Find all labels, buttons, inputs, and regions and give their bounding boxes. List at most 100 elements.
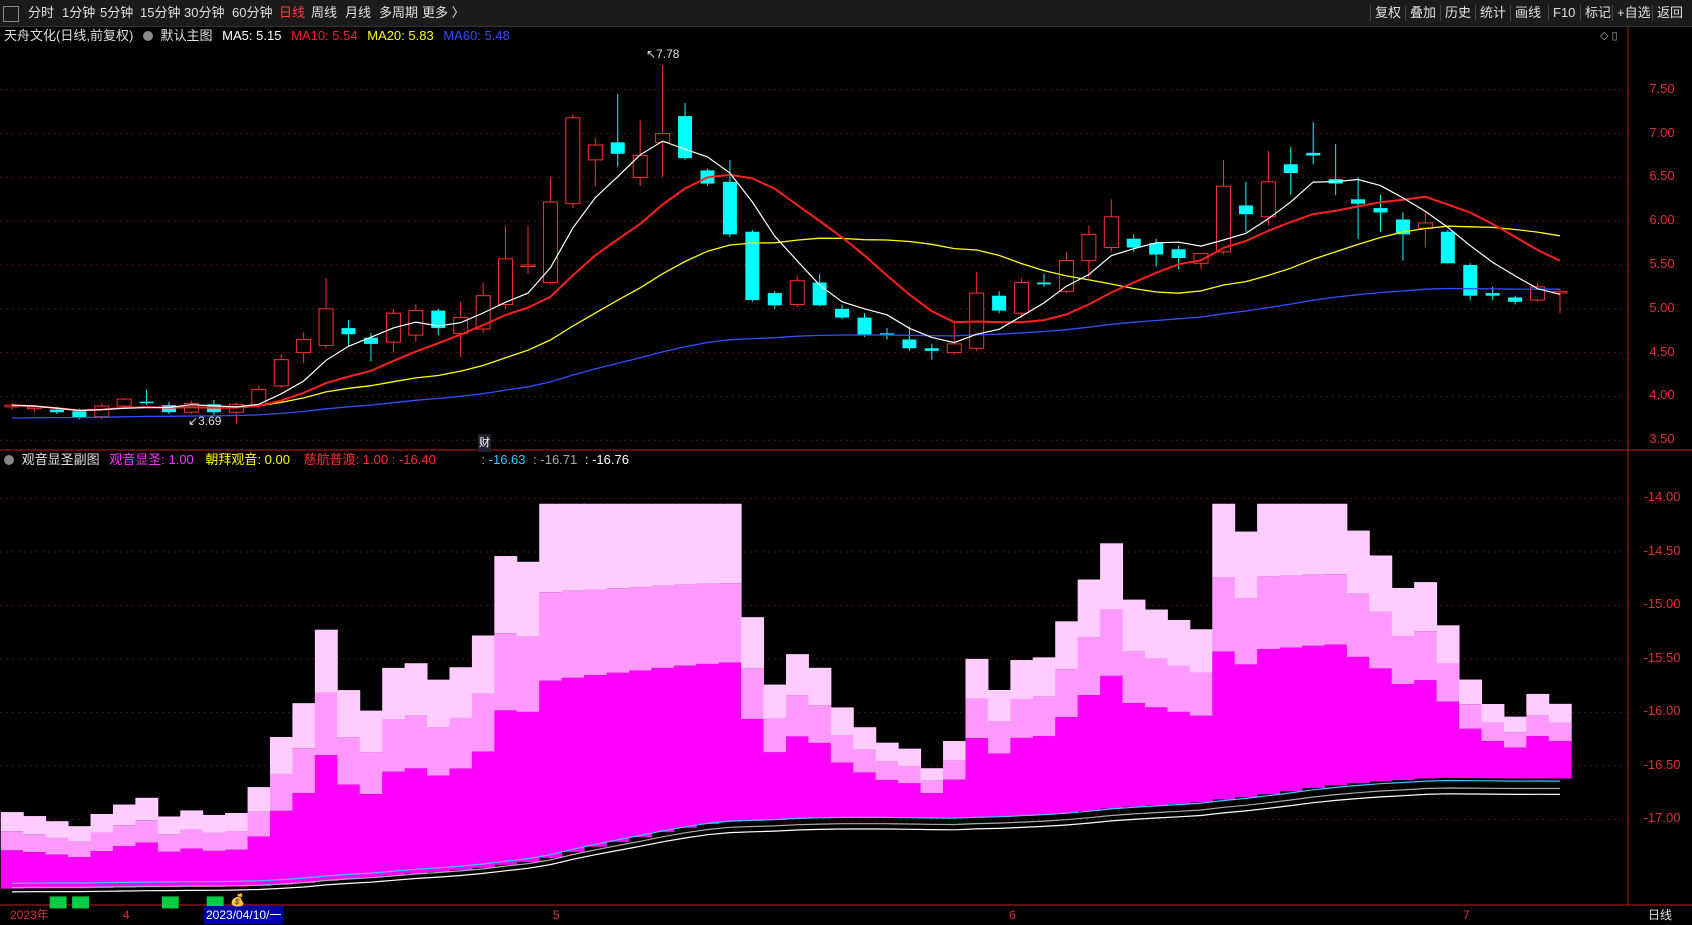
sub-band-dark bbox=[1122, 703, 1146, 807]
finance-marker[interactable]: 财 bbox=[478, 434, 491, 452]
sub-band-dark bbox=[292, 793, 316, 884]
sub-y-tick: -15.00 bbox=[1643, 596, 1681, 612]
main-y-tick: 6.00 bbox=[1649, 212, 1675, 228]
sub-band-mid bbox=[1100, 609, 1124, 676]
sub-band-dark bbox=[987, 753, 1011, 817]
sub-band-dark bbox=[68, 857, 92, 889]
period-tab-2[interactable]: 5分钟 bbox=[100, 4, 133, 22]
toolbar-button-5[interactable]: F10 bbox=[1553, 4, 1575, 22]
candle-body-down bbox=[857, 317, 872, 336]
ma10-line bbox=[11, 173, 1561, 412]
candle-body-down bbox=[610, 142, 625, 154]
sub-band-light bbox=[1212, 503, 1236, 578]
toolbar-button-4[interactable]: 画线 bbox=[1515, 4, 1541, 22]
sub-band-light bbox=[1302, 503, 1325, 575]
sub-band-light bbox=[1234, 531, 1258, 598]
sub-y-tick: -16.50 bbox=[1643, 756, 1681, 772]
sub-band-mid bbox=[337, 737, 361, 785]
candle-body-up bbox=[251, 388, 267, 406]
sub-band-mid bbox=[135, 820, 159, 843]
sub-y-tick: -16.00 bbox=[1643, 703, 1681, 719]
sub-band-dark bbox=[853, 772, 877, 818]
sub-band-light bbox=[1122, 599, 1146, 652]
sub-band-dark bbox=[471, 751, 495, 868]
sub-band-mid bbox=[1459, 704, 1482, 729]
sub-band-light bbox=[898, 748, 922, 766]
sub-band-mid bbox=[23, 834, 47, 853]
sub-band-dark bbox=[628, 670, 652, 838]
candle-body-up bbox=[1081, 233, 1097, 262]
sub-band-mid bbox=[1526, 715, 1550, 737]
toolbar-menu-icon[interactable] bbox=[3, 6, 19, 22]
sub-band-mid bbox=[494, 633, 518, 711]
sub-band-light bbox=[718, 503, 742, 584]
period-tab-3[interactable]: 15分钟 bbox=[140, 4, 180, 22]
sub-band-light bbox=[314, 629, 338, 693]
sub-band-mid bbox=[1369, 611, 1393, 669]
sub-band-light bbox=[292, 703, 316, 749]
x-label-may: 5 bbox=[553, 908, 560, 922]
toolbar-button-1[interactable]: 叠加 bbox=[1410, 4, 1436, 22]
x-label-year: 2023年 bbox=[10, 908, 49, 922]
sub-band-mid bbox=[1212, 577, 1236, 652]
sub-band-mid bbox=[1481, 722, 1505, 742]
toolbar-button-7[interactable]: +自选 bbox=[1617, 4, 1651, 22]
sub-band-light bbox=[561, 503, 585, 591]
sub-band-light bbox=[1414, 582, 1438, 632]
period-tab-1[interactable]: 1分钟 bbox=[62, 4, 95, 22]
candle-body-up bbox=[498, 258, 514, 305]
sub-band-dark bbox=[1077, 695, 1101, 812]
sub-band-dark bbox=[427, 775, 450, 872]
sub-band-mid bbox=[741, 668, 765, 719]
period-tab-4[interactable]: 30分钟 bbox=[184, 4, 224, 22]
sub-band-light bbox=[270, 737, 293, 774]
toolbar-button-8[interactable]: 返回 bbox=[1657, 4, 1683, 22]
period-tab-8[interactable]: 月线 bbox=[345, 4, 371, 22]
candle-body-down bbox=[162, 405, 177, 413]
toolbar-button-0[interactable]: 复权 bbox=[1375, 4, 1401, 22]
chart-canvas[interactable] bbox=[0, 27, 1692, 925]
sub-band-mid bbox=[875, 761, 899, 781]
sub-y-tick: -14.50 bbox=[1643, 542, 1681, 558]
period-label[interactable]: 日线 bbox=[1648, 906, 1672, 924]
period-tab-0[interactable]: 分时 bbox=[28, 4, 54, 22]
sub-band-light bbox=[1548, 703, 1572, 723]
sub-band-light bbox=[494, 556, 518, 634]
candle-body-up bbox=[1260, 181, 1276, 218]
sub-band-light bbox=[673, 503, 697, 585]
sub-band-light bbox=[23, 816, 47, 835]
sub-band-mid bbox=[898, 765, 922, 784]
sub-band-dark bbox=[404, 768, 428, 874]
sub-band-dark bbox=[808, 742, 832, 819]
candle-body-up bbox=[789, 280, 805, 305]
toolbar-button-2[interactable]: 历史 bbox=[1445, 4, 1471, 22]
sub-band-dark bbox=[786, 736, 809, 819]
sub-band-mid bbox=[225, 831, 249, 850]
toolbar-button-6[interactable]: 标记 bbox=[1585, 4, 1611, 22]
sub-band-mid bbox=[606, 588, 630, 673]
sub-band-dark bbox=[1167, 711, 1191, 804]
sub-band-dark bbox=[920, 793, 944, 819]
period-tab-10[interactable]: 更多 〉 bbox=[422, 4, 465, 22]
sub-band-light bbox=[180, 810, 204, 830]
sub-band-mid bbox=[786, 695, 809, 737]
period-tab-7[interactable]: 周线 bbox=[311, 4, 337, 22]
sub-band-dark bbox=[1212, 651, 1236, 800]
toolbar-button-3[interactable]: 统计 bbox=[1480, 4, 1506, 22]
sub-band-light bbox=[1503, 716, 1527, 733]
candle-body-down bbox=[835, 308, 850, 318]
sub-band-dark bbox=[561, 677, 585, 852]
sub-band-dark bbox=[1346, 656, 1370, 784]
period-tab-6[interactable]: 日线 bbox=[279, 4, 305, 22]
sub-band-light bbox=[1100, 543, 1124, 610]
period-tab-9[interactable]: 多周期 bbox=[379, 4, 418, 22]
sub-green-bar bbox=[72, 896, 90, 909]
sub-band-light bbox=[90, 813, 114, 833]
sub-band-mid bbox=[1032, 696, 1056, 737]
period-tab-5[interactable]: 60分钟 bbox=[232, 4, 272, 22]
sub-band-light bbox=[1077, 579, 1101, 638]
toolbar-separator bbox=[1652, 5, 1653, 21]
candle-body-up bbox=[542, 201, 558, 284]
sub-band-dark bbox=[696, 663, 720, 825]
main-y-tick: 3.50 bbox=[1649, 431, 1675, 447]
